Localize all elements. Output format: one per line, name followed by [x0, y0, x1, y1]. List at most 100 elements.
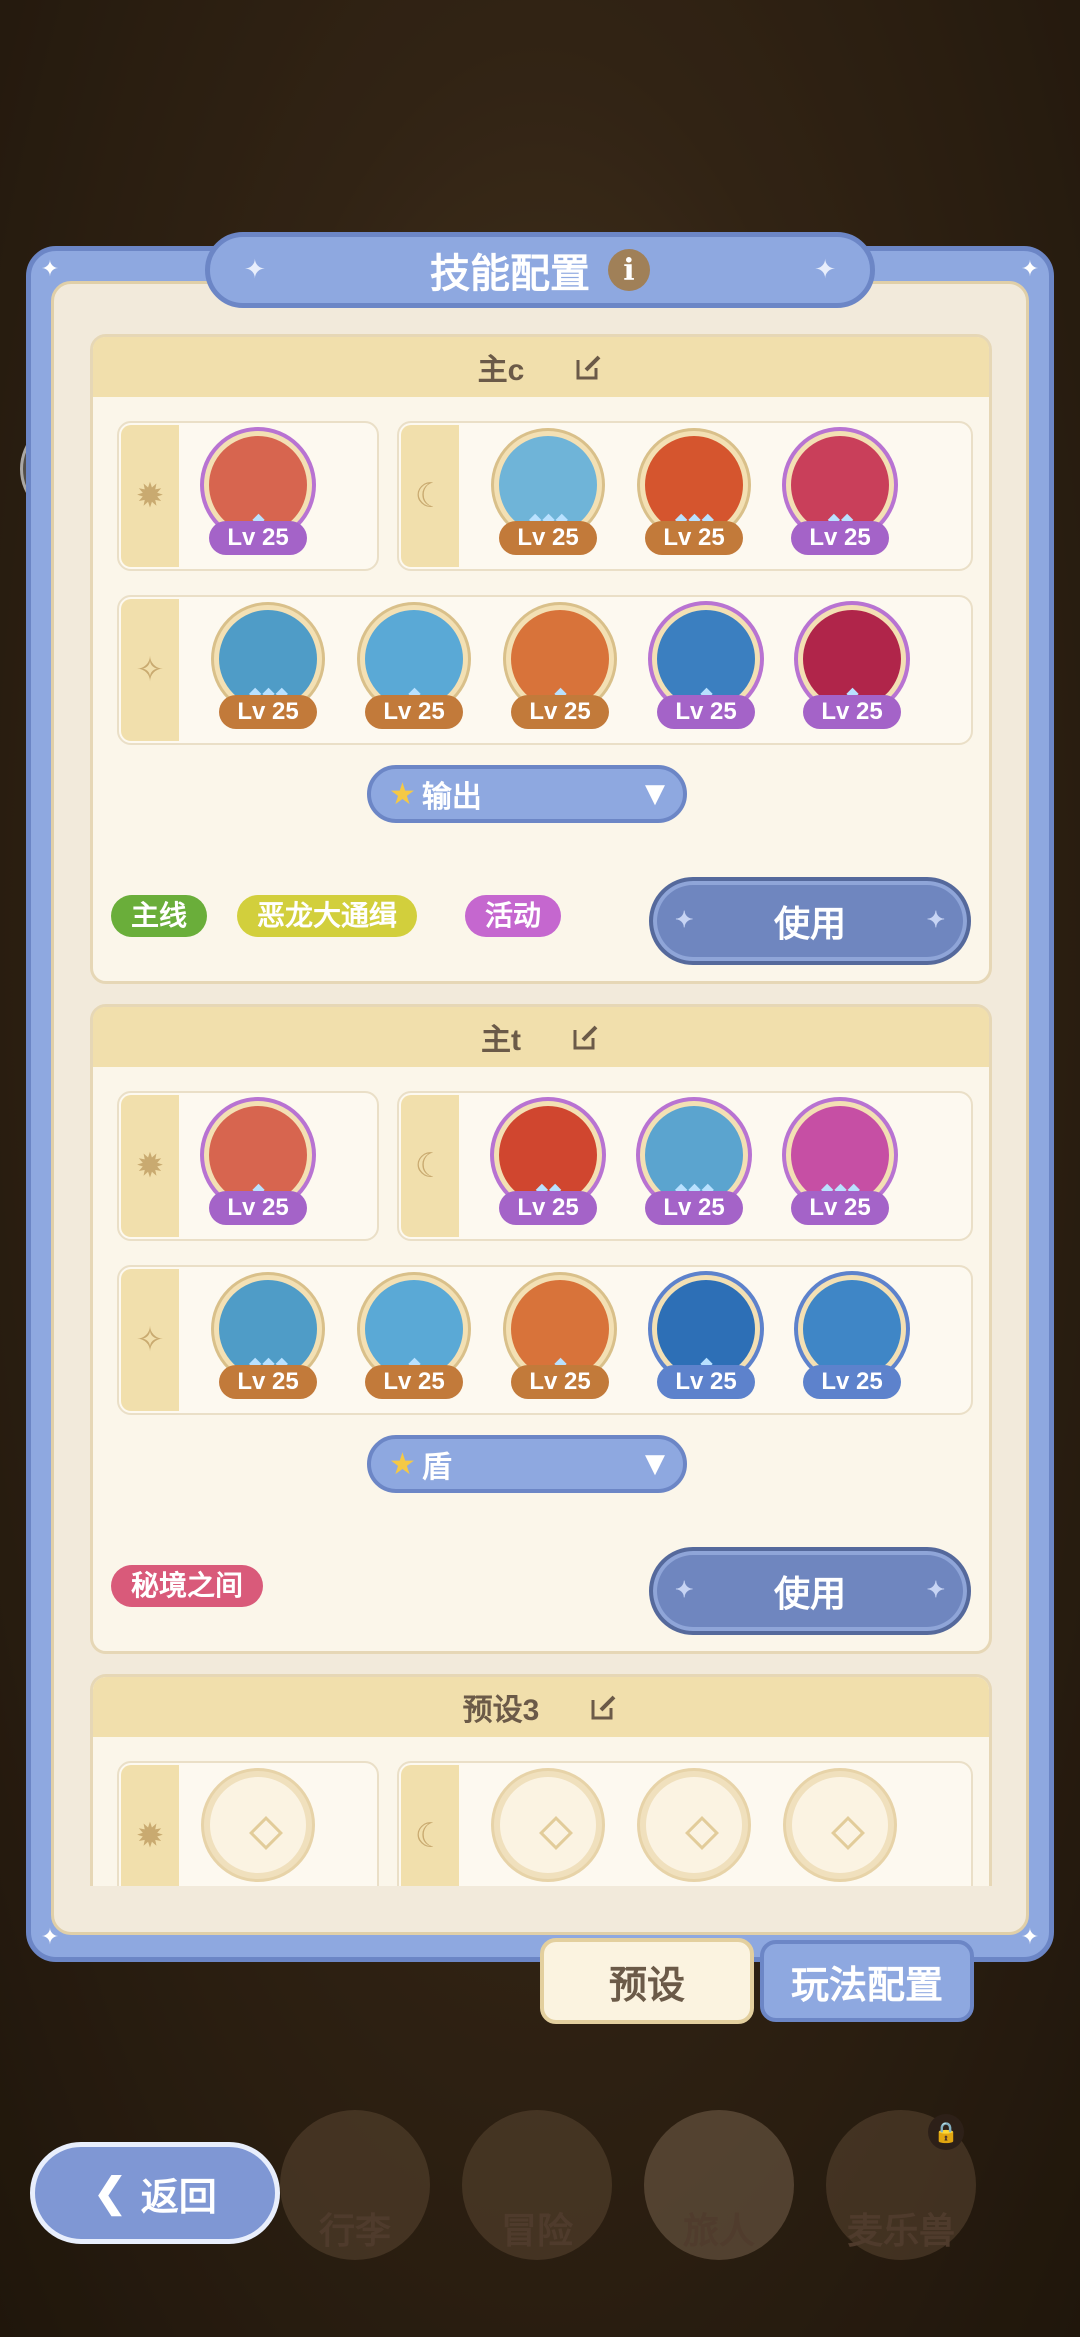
- empty-skill-slot[interactable]: [199, 1763, 317, 1886]
- star-icon: ★: [389, 1446, 416, 1482]
- tab-gameplay-config[interactable]: 玩法配置: [760, 1940, 974, 2022]
- sparkle-icon: ✦: [675, 907, 694, 932]
- corner-star-icon: ✦: [1020, 257, 1040, 282]
- moon-skill-slot: ☾ ◆◆◆ Lv 25 ◆◆◆ Lv 25 ◆◆ Lv 25: [397, 421, 973, 571]
- sparkle-icon: ✦: [926, 907, 945, 932]
- panel-title: 技能配置: [430, 252, 590, 296]
- skill-icon[interactable]: ◆ Lv 25: [647, 597, 765, 747]
- moon-skill-slot: ☾ ◆◆ Lv 25 ◆◆◆ Lv 25 ◆◆◆ Lv 25: [397, 1091, 973, 1241]
- star-icon: ★: [389, 776, 416, 812]
- skill-level: Lv 25: [499, 1191, 597, 1225]
- role-dropdown[interactable]: ★ 盾 ▼: [367, 1435, 687, 1493]
- skill-icon[interactable]: ◆ Lv 25: [647, 1267, 765, 1417]
- sun-icon: ✹: [121, 1095, 179, 1237]
- use-button-label: 使用: [773, 903, 846, 944]
- skill-level: Lv 25: [365, 1365, 463, 1399]
- use-button[interactable]: ✦ 使用 ✦: [649, 1547, 971, 1635]
- skill-icon[interactable]: ◆◆ Lv 25: [489, 1093, 607, 1243]
- preset-card: 预设3 ✹ ☾: [90, 1674, 992, 1886]
- empty-slot-circle: [204, 1771, 312, 1879]
- nav-adventure-label: 冒险: [500, 2210, 573, 2251]
- tag-main-story: 主线: [111, 895, 208, 937]
- skill-level: Lv 25: [219, 1365, 317, 1399]
- diamond-icon: [539, 1816, 573, 1850]
- skill-icon[interactable]: ◆ Lv 25: [355, 597, 473, 747]
- skill-level: Lv 25: [657, 1365, 755, 1399]
- skill-icon[interactable]: Lv 25: [793, 1267, 911, 1417]
- skill-icon[interactable]: ◆◆◆ Lv 25: [489, 423, 607, 573]
- sun-icon: ✹: [121, 1765, 179, 1886]
- skill-level: Lv 25: [657, 695, 755, 729]
- skill-level: Lv 25: [791, 521, 889, 555]
- empty-slot-circle: [494, 1771, 602, 1879]
- preset-header: 主t: [93, 1007, 989, 1067]
- moon-icon: ☾: [401, 1095, 459, 1237]
- skill-level: Lv 25: [645, 1191, 743, 1225]
- edit-icon[interactable]: [574, 352, 604, 382]
- nav-luggage[interactable]: 行李: [280, 2110, 430, 2260]
- sun-skill-slot: ✹ ◆ Lv 25: [117, 1091, 379, 1241]
- skill-icon[interactable]: ◆◆◆ Lv 25: [209, 1267, 327, 1417]
- empty-skill-slot[interactable]: [781, 1763, 899, 1886]
- skill-icon[interactable]: ◆◆◆ Lv 25: [635, 423, 753, 573]
- edit-icon[interactable]: [589, 1692, 619, 1722]
- star-icon: ✧: [121, 599, 179, 741]
- skill-icon[interactable]: ◆ Lv 25: [793, 597, 911, 747]
- moon-icon: ☾: [401, 425, 459, 567]
- sparkle-icon: ✦: [244, 255, 266, 285]
- nav-adventure[interactable]: 冒险: [462, 2110, 612, 2260]
- skill-level: Lv 25: [645, 521, 743, 555]
- role-dropdown[interactable]: ★ 输出 ▼: [367, 765, 687, 823]
- preset-name: 主c: [477, 354, 525, 387]
- empty-skill-slot[interactable]: [635, 1763, 753, 1886]
- diamond-icon: [249, 1816, 283, 1850]
- diamond-icon: [685, 1816, 719, 1850]
- tag-secret-realm: 秘境之间: [111, 1565, 264, 1607]
- role-dropdown-value: 输出: [421, 781, 482, 814]
- back-button-label: 返回: [140, 2176, 217, 2219]
- sun-skill-slot: ✹: [117, 1761, 379, 1886]
- moon-skill-slot: ☾: [397, 1761, 973, 1886]
- skill-level: Lv 25: [803, 695, 901, 729]
- diamond-icon: [831, 1816, 865, 1850]
- skill-level: Lv 25: [209, 1191, 307, 1225]
- back-arrow-icon: ❮: [93, 2171, 127, 2215]
- use-button[interactable]: ✦ 使用 ✦: [649, 877, 971, 965]
- nav-traveler[interactable]: 旅人: [644, 2110, 794, 2260]
- moon-icon: ☾: [401, 1765, 459, 1886]
- skill-icon[interactable]: ◆ Lv 25: [501, 597, 619, 747]
- back-button[interactable]: ❮ 返回: [30, 2142, 280, 2244]
- role-dropdown-value: 盾: [421, 1451, 452, 1484]
- skill-icon[interactable]: ◆ Lv 25: [199, 1093, 317, 1243]
- skill-level: Lv 25: [791, 1191, 889, 1225]
- star-skill-slot: ✧ ◆◆◆ Lv 25 ◆ Lv 25 ◆ Lv 25 ◆ Lv 25 ◆ Lv…: [117, 595, 973, 745]
- preset-card: 主t ✹ ◆ Lv 25 ☾ ◆◆ Lv 25 ◆◆◆ Lv 25 ◆◆◆ Lv…: [90, 1004, 992, 1654]
- chevron-down-icon: ▼: [645, 779, 665, 809]
- tag-event: 活动: [465, 895, 562, 937]
- skill-level: Lv 25: [219, 695, 317, 729]
- tab-preset[interactable]: 预设: [540, 1938, 754, 2024]
- empty-skill-slot[interactable]: [489, 1763, 607, 1886]
- preset-name: 预设3: [462, 1694, 540, 1727]
- skill-level: Lv 25: [209, 521, 307, 555]
- skill-icon[interactable]: ◆◆◆ Lv 25: [635, 1093, 753, 1243]
- nav-luggage-label: 行李: [318, 2210, 391, 2251]
- tag-dragon-hunt: 恶龙大通缉: [237, 895, 418, 937]
- lock-icon: 🔒: [928, 2114, 964, 2150]
- empty-slot-circle: [786, 1771, 894, 1879]
- skill-icon[interactable]: ◆ Lv 25: [501, 1267, 619, 1417]
- nav-pet-label: 麦乐兽: [846, 2210, 955, 2251]
- skill-icon[interactable]: ◆◆◆ Lv 25: [781, 1093, 899, 1243]
- skill-icon[interactable]: ◆ Lv 25: [199, 423, 317, 573]
- skill-icon[interactable]: ◆◆◆ Lv 25: [209, 597, 327, 747]
- preset-header: 主c: [93, 337, 989, 397]
- info-icon[interactable]: i: [608, 249, 650, 291]
- sparkle-icon: ✦: [814, 255, 836, 285]
- skill-level: Lv 25: [803, 1365, 901, 1399]
- skill-icon[interactable]: ◆ Lv 25: [355, 1267, 473, 1417]
- edit-icon[interactable]: [571, 1022, 601, 1052]
- panel-title-bar: ✦ ✦ 技能配置 i: [205, 232, 875, 308]
- nav-pet[interactable]: 麦乐兽 🔒: [826, 2110, 976, 2260]
- skill-icon[interactable]: ◆◆ Lv 25: [781, 423, 899, 573]
- star-icon: ✧: [121, 1269, 179, 1411]
